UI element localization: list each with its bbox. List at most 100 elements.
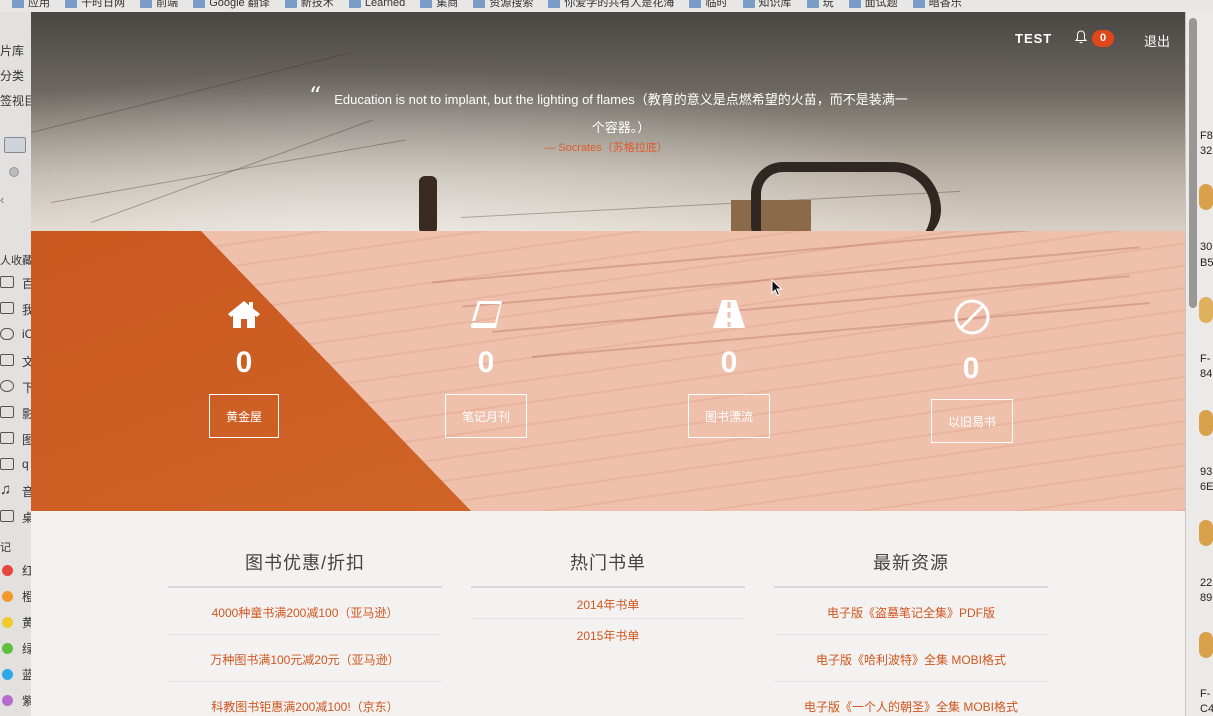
stats-section: 0 黄金屋 0 笔记月刊 0 图书漂流 0 以旧易书 [31, 231, 1185, 511]
list-item-link[interactable]: 科教图书钜惠满200减100!（京东） [168, 698, 442, 715]
fragment-text: 6E [1200, 481, 1213, 493]
sidebar-item[interactable]: q [22, 457, 29, 471]
apps-icon [12, 0, 24, 8]
bookmark-folder[interactable]: 新技术 [284, 0, 334, 10]
code-line [532, 301, 1150, 359]
bookmark-apps[interactable]: 应用 [12, 0, 50, 10]
bookmark-folder[interactable]: 暗香乐 [912, 0, 962, 10]
sidebar-section-favorites: 人收藏 [0, 255, 32, 267]
bookmark-translate[interactable]: Google 翻译 [193, 0, 270, 10]
bookmark-folder[interactable]: 临时 [689, 0, 727, 10]
film-icon [0, 406, 14, 418]
code-line [492, 275, 1130, 333]
bell-icon[interactable] [1075, 30, 1089, 46]
book-swap-button[interactable]: 以旧易书 [931, 399, 1013, 443]
fragment-text: 32 [1200, 145, 1213, 157]
back-arrow-icon[interactable]: ‹ [0, 192, 4, 207]
bookmark-folder[interactable]: 知识库 [742, 0, 792, 10]
fragment-text: 22 [1200, 577, 1213, 589]
folder-icon [65, 0, 78, 8]
folder-icon [0, 276, 14, 288]
user-name-link[interactable]: TEST [1015, 31, 1052, 46]
desktop-icon [0, 510, 14, 522]
sidebar-label[interactable]: 分类 [0, 67, 24, 84]
folder-icon [140, 0, 153, 8]
list-item-link[interactable]: 电子版《一个人的朝圣》全集 MOBI格式 [774, 698, 1048, 715]
bookmark-folder[interactable]: Learned [348, 0, 405, 9]
golden-house-button[interactable]: 黄金屋 [209, 394, 279, 438]
book-drift-button[interactable]: 图书漂流 [688, 394, 770, 438]
fragment-text: C4 [1200, 703, 1213, 715]
blueprint-line [31, 52, 352, 133]
road-icon [712, 299, 746, 333]
finder-sidebar: 片库 分类 签视目 ‹ 人收藏 百 我 iC 文 下 影 图 q ♫音 桌 记 … [0, 12, 32, 716]
list-item-link[interactable]: 4000种童书满200减100（亚马逊） [168, 604, 442, 621]
web-page: TEST 0 退出 “ Education is not to implant,… [31, 12, 1185, 716]
bookmark-folder[interactable]: 前端 [140, 0, 178, 10]
folder-icon [548, 0, 561, 8]
drive-icon [0, 302, 14, 314]
fragment-text: 84 [1200, 368, 1213, 380]
home-icon [0, 458, 14, 470]
tag-red-icon [2, 565, 13, 576]
sidebar-label[interactable]: 片库 [0, 42, 24, 59]
list-item-link[interactable]: 电子版《哈利波特》全集 MOBI格式 [774, 651, 1048, 668]
divider [774, 681, 1048, 682]
fragment-text: F8 [1200, 130, 1213, 142]
list-item-link[interactable]: 2015年书单 [471, 627, 745, 644]
notification-badge[interactable]: 0 [1092, 30, 1114, 47]
bookmark-folder[interactable]: 面试题 [848, 0, 898, 10]
sidebar-section-tags: 记 [0, 542, 11, 554]
tag-orange-icon [2, 591, 13, 602]
bookmark-folder[interactable]: 玩 [806, 0, 834, 10]
folder-icon [806, 0, 819, 8]
home-icon [227, 299, 261, 333]
vintage-key [751, 162, 941, 231]
folder-icon [689, 0, 702, 8]
coin-icon [1199, 410, 1213, 436]
title-divider [774, 586, 1048, 588]
bookmark-folder[interactable]: 资源搜索 [473, 0, 533, 10]
lists-section: 图书优惠/折扣 4000种童书满200减100（亚马逊） 万种图书满100元减2… [31, 511, 1185, 716]
fragment-text: F- [1200, 688, 1211, 700]
logout-link[interactable]: 退出 [1144, 31, 1170, 50]
title-divider [168, 586, 442, 588]
bookmark-folder[interactable]: 你爱学的共有人是花海 [548, 0, 674, 10]
folder-icon [348, 0, 361, 8]
folder-icon [284, 0, 297, 8]
quote-author: — Socrates（苏格拉底） [544, 142, 668, 154]
tag-green-icon [2, 643, 13, 654]
coin-icon [1199, 184, 1213, 210]
stat-count: 0 [720, 346, 738, 379]
list-item-link[interactable]: 电子版《盗墓笔记全集》PDF版 [774, 604, 1048, 621]
translate-icon [193, 0, 206, 8]
right-window-sliver: F8 32 30 B5 F- 84 93 6E 22 89 F- C4 [1185, 12, 1213, 716]
folder-icon [848, 0, 861, 8]
music-icon: ♫ [0, 481, 12, 498]
bookmark-folder[interactable]: 集商 [420, 0, 458, 10]
window-thumb-icon [4, 137, 26, 153]
column-title: 最新资源 [873, 553, 949, 573]
download-icon [0, 380, 14, 392]
list-item-link[interactable]: 2014年书单 [471, 596, 745, 613]
stat-count: 0 [477, 346, 495, 379]
document-icon [0, 354, 14, 366]
monthly-notes-button[interactable]: 笔记月刊 [445, 394, 527, 438]
stat-count: 0 [962, 352, 980, 385]
fragment-text: 30 [1200, 241, 1213, 253]
folder-icon [420, 0, 433, 8]
bookmark-folder[interactable]: 干时日网 [65, 0, 125, 10]
tag-yellow-icon [2, 617, 13, 628]
circle-icon [9, 167, 19, 177]
coin-icon [1199, 520, 1213, 546]
ban-icon [954, 299, 990, 335]
divider [774, 634, 1048, 635]
sidebar-label[interactable]: 签视目 [0, 92, 31, 109]
list-item-link[interactable]: 万种图书满100元减20元（亚马逊） [168, 651, 442, 668]
folder-icon [473, 0, 486, 8]
scrollbar[interactable] [1189, 18, 1197, 308]
quote-mark-icon: “ [309, 82, 322, 110]
stat-count: 0 [235, 346, 253, 379]
tag-purple-icon [2, 695, 13, 706]
divider [168, 681, 442, 682]
